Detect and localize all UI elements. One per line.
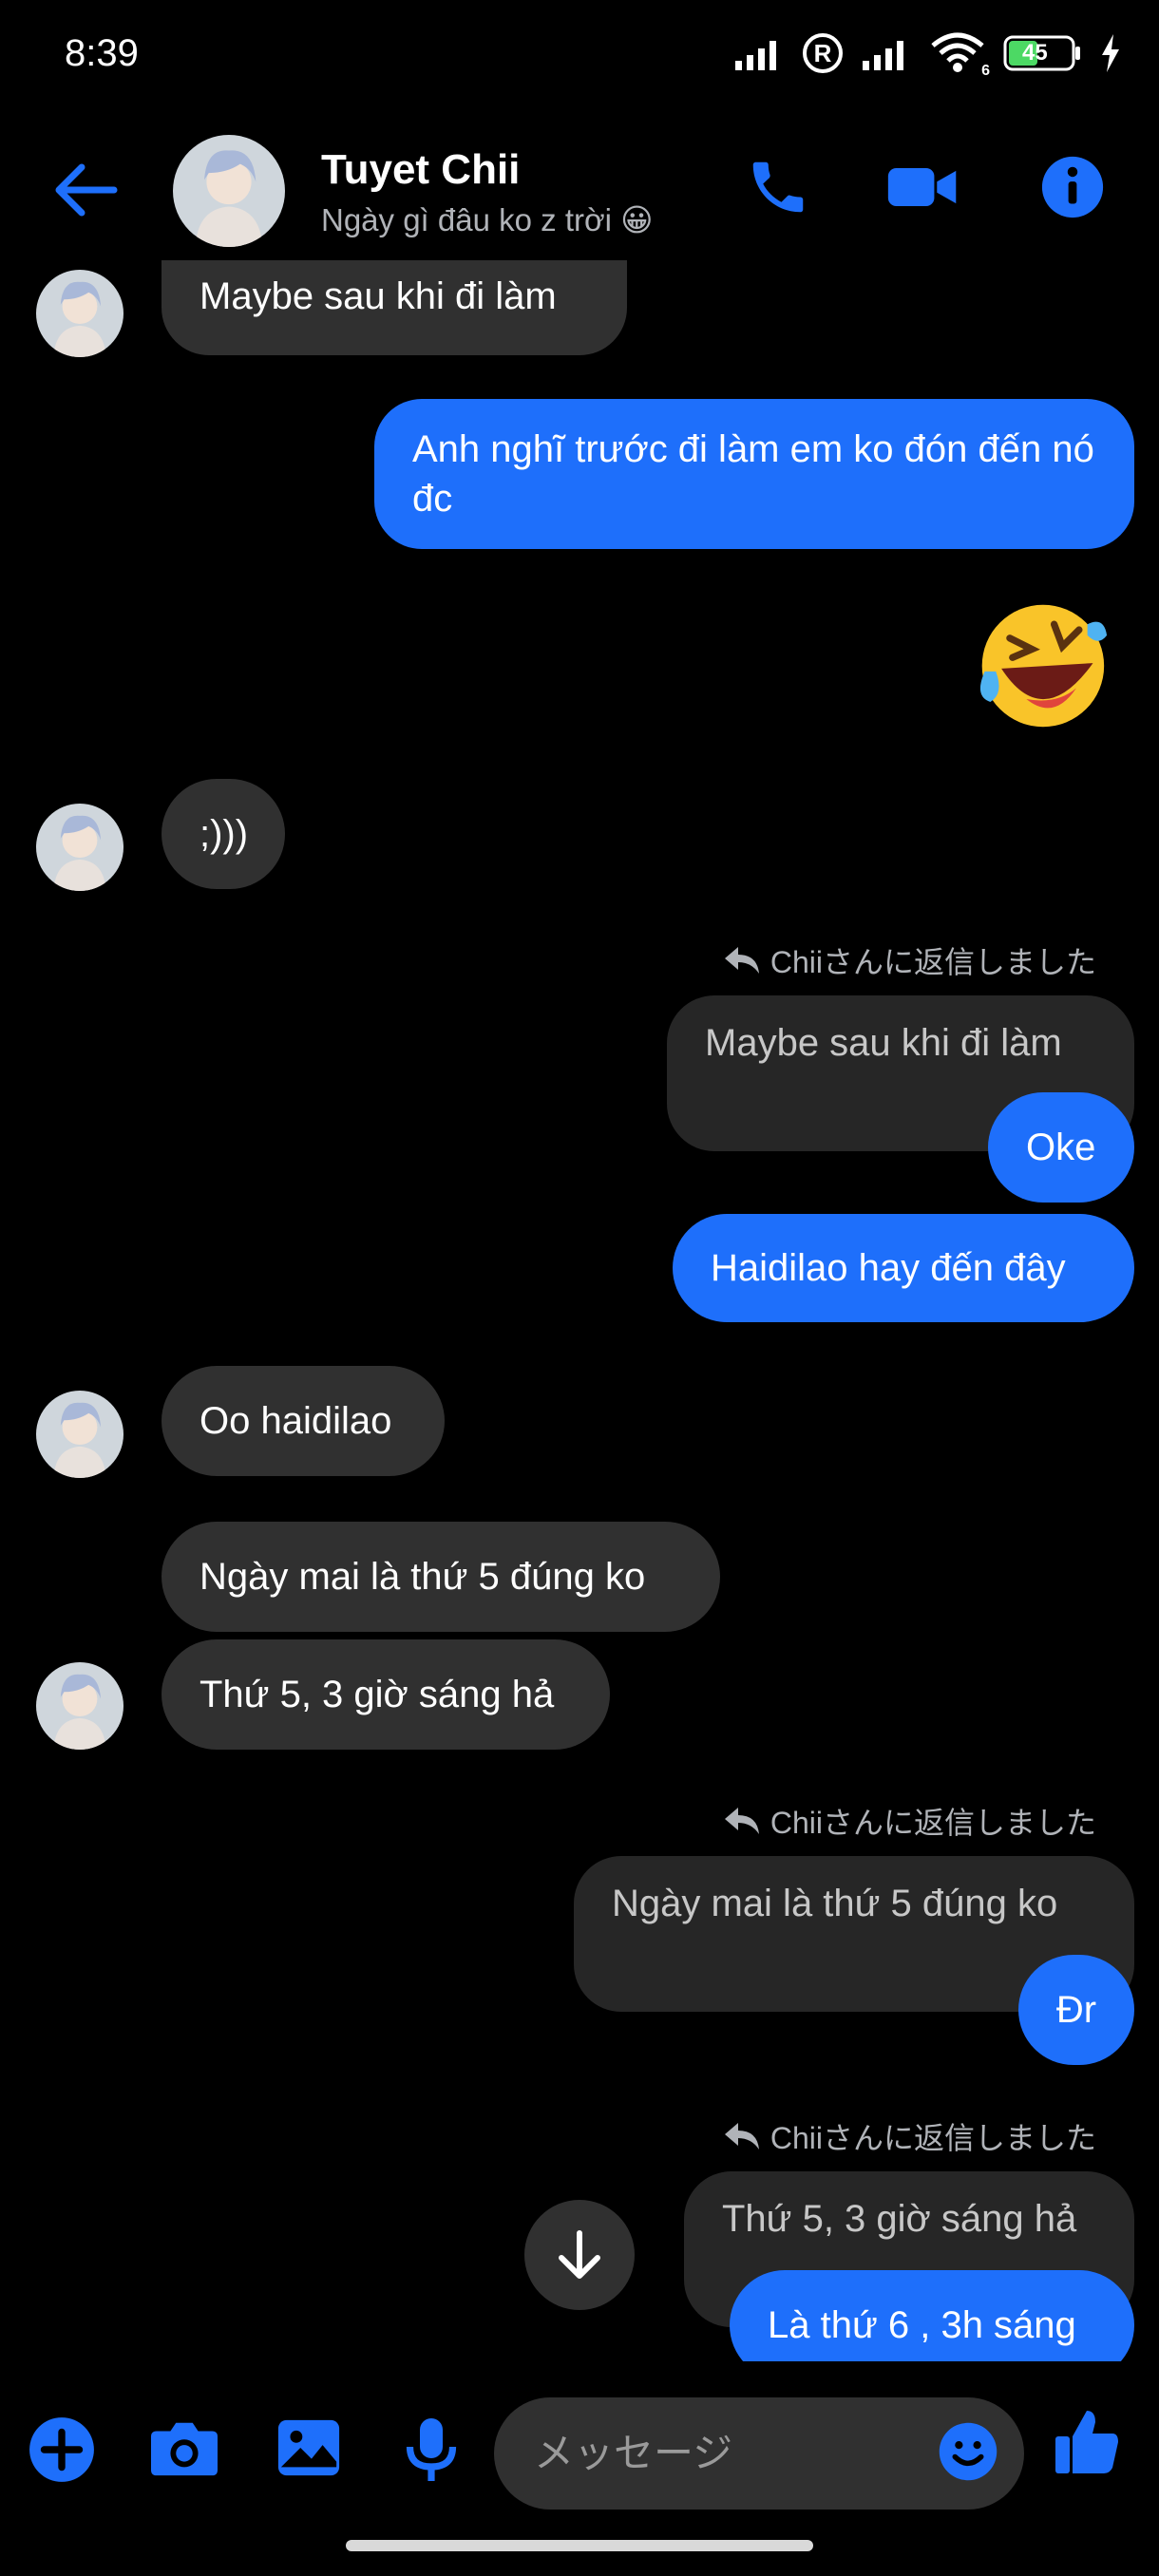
message-bubble[interactable]: Ngày mai là thứ 5 đúng ko <box>162 1522 720 1632</box>
message-bubble[interactable]: Oke <box>988 1092 1134 1203</box>
avatar[interactable] <box>36 1391 124 1478</box>
info-icon[interactable] <box>1039 154 1106 220</box>
reply-icon <box>724 2123 759 2150</box>
microphone-icon[interactable] <box>403 2415 460 2485</box>
plus-icon[interactable] <box>27 2415 97 2485</box>
arrow-down-icon <box>559 2230 600 2279</box>
message-bubble[interactable]: Anh nghĩ trước đi làm em ko đón đến nó đ… <box>374 399 1134 549</box>
back-arrow-icon[interactable] <box>49 160 118 220</box>
home-indicator <box>346 2540 813 2551</box>
avatar[interactable] <box>36 1662 124 1750</box>
svg-text:R: R <box>814 39 832 67</box>
signal-icon <box>735 41 776 70</box>
reply-label: Chiiさんに返信しました <box>770 2121 1096 2155</box>
reply-icon <box>724 1808 759 1834</box>
status-time: 8:39 <box>65 32 139 74</box>
status-icons: R 6 45 <box>733 32 1121 79</box>
reply-indicator: Chiiさんに返信しました <box>723 2114 1096 2158</box>
contact-status: Ngày gì đâu ko z trời 😀 <box>321 202 654 237</box>
charging-icon <box>1102 34 1119 72</box>
message-bubble[interactable]: Haidilao hay đến đây <box>673 1214 1134 1322</box>
camera-icon[interactable] <box>148 2415 220 2481</box>
reply-label: Chiiさんに返信しました <box>770 1806 1096 1840</box>
message-bubble[interactable]: ;))) <box>162 779 285 889</box>
emoji-icon[interactable] <box>937 2420 999 2483</box>
contact-avatar[interactable] <box>173 135 285 247</box>
avatar[interactable] <box>36 270 124 357</box>
registered-icon: R <box>803 33 843 73</box>
avatar[interactable] <box>36 804 124 891</box>
battery-level: 45 <box>1022 40 1048 66</box>
image-icon[interactable] <box>276 2415 342 2481</box>
scroll-to-bottom-button[interactable] <box>524 2200 635 2310</box>
message-bubble[interactable]: Oo haidilao <box>162 1366 445 1476</box>
contact-name[interactable]: Tuyet Chii <box>321 146 520 194</box>
laughing-emoji[interactable] <box>971 597 1110 735</box>
signal-icon-2 <box>863 41 903 70</box>
message-bubble[interactable]: Đr <box>1018 1955 1134 2065</box>
wifi-label: 6 <box>981 63 990 79</box>
message-input[interactable] <box>532 2430 897 2477</box>
battery-icon: 45 <box>1003 34 1083 72</box>
thumbs-up-icon[interactable] <box>1053 2405 1121 2479</box>
reply-indicator: Chiiさんに返信しました <box>723 1799 1096 1843</box>
wifi-icon: 6 <box>929 32 990 79</box>
phone-icon[interactable] <box>745 154 811 220</box>
message-bubble[interactable]: Maybe sau khi đi làm <box>162 260 627 355</box>
reply-indicator: Chiiさんに返信しました <box>723 938 1096 982</box>
video-camera-icon[interactable] <box>885 154 961 220</box>
reply-label: Chiiさんに返信しました <box>770 945 1096 979</box>
reply-icon <box>724 947 759 974</box>
message-bubble[interactable]: Thứ 5, 3 giờ sáng hả <box>162 1639 610 1750</box>
